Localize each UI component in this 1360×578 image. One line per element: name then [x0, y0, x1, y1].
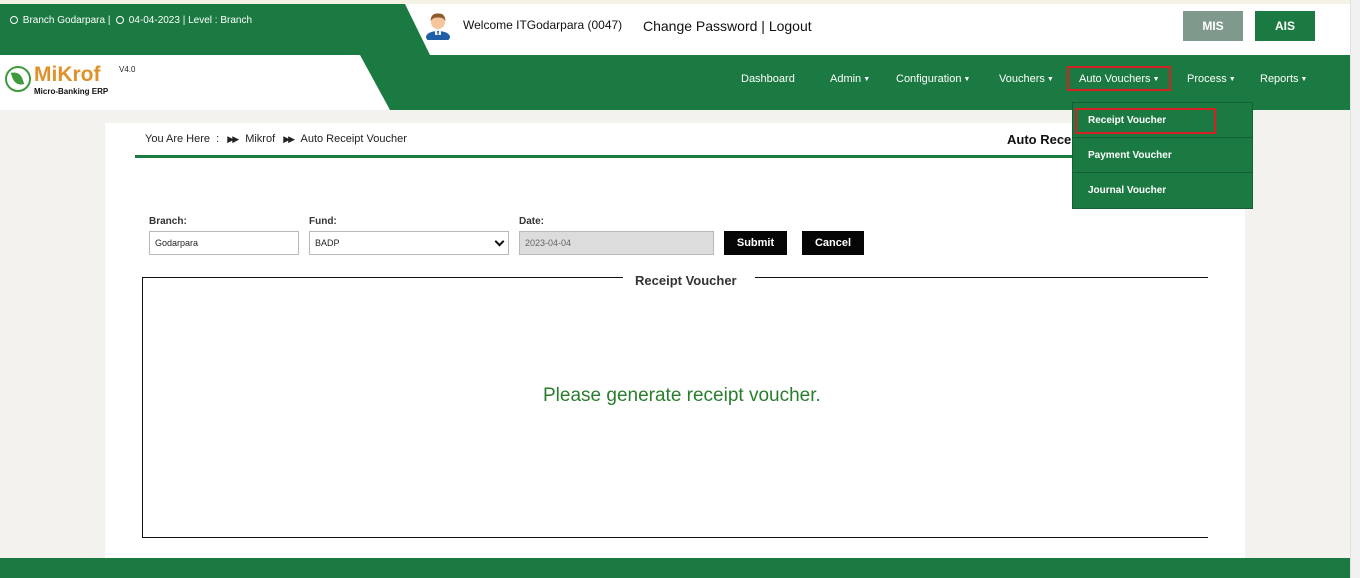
nav-dashboard-label: Dashboard [741, 73, 795, 85]
branch-info: Branch Godarpara | [22, 15, 111, 26]
fieldset-border-left [142, 277, 623, 278]
ais-button[interactable]: AIS [1255, 11, 1315, 41]
caret-down-icon: ▼ [863, 76, 871, 83]
link-separator: | [761, 18, 765, 34]
caret-down-icon: ▼ [1300, 76, 1308, 83]
nav-process[interactable]: Process ▼ [1187, 73, 1236, 85]
mis-button[interactable]: MIS [1183, 11, 1243, 41]
nav-admin-label: Admin [830, 73, 862, 85]
receipt-voucher-fieldset [142, 277, 1208, 538]
double-arrow-icon: ▶▶ [283, 134, 295, 144]
user-avatar-icon [426, 13, 450, 40]
menu-item-journal-voucher[interactable]: Journal Voucher [1073, 173, 1252, 208]
breadcrumb-underline [135, 155, 1205, 158]
chevron-down-icon [494, 236, 505, 247]
empty-state-message: Please generate receipt voucher. [543, 385, 821, 406]
nav-configuration-label: Configuration [896, 73, 962, 85]
fund-label: Fund: [309, 216, 337, 227]
leaf-logo-icon [5, 66, 31, 92]
cancel-button[interactable]: Cancel [802, 231, 864, 255]
submit-button[interactable]: Submit [724, 231, 787, 255]
auto-vouchers-highlight [1067, 66, 1171, 91]
fieldset-legend: Receipt Voucher [635, 273, 737, 288]
fund-selected-value: BADP [315, 238, 340, 248]
date-label: Date: [519, 216, 545, 227]
nav-reports[interactable]: Reports ▼ [1260, 73, 1307, 85]
double-arrow-icon: ▶▶ [227, 134, 239, 144]
clock-icon [116, 16, 124, 24]
date-field[interactable]: 2023-04-04 [519, 231, 714, 255]
session-info-bar [0, 4, 430, 55]
branch-field[interactable]: Godarpara [149, 231, 299, 255]
breadcrumb-current: Auto Receipt Voucher [300, 133, 407, 145]
breadcrumb-home-link[interactable]: Mikrof [245, 133, 275, 145]
caret-down-icon: ▼ [963, 76, 971, 83]
nav-dashboard[interactable]: Dashboard [741, 73, 795, 85]
nav-admin[interactable]: Admin ▼ [830, 73, 870, 85]
breadcrumb-prefix: You Are Here [145, 133, 211, 145]
nav-process-label: Process [1187, 73, 1227, 85]
welcome-text: Welcome ITGodarpara (0047) [463, 18, 623, 32]
logo-name: MiKrof [34, 63, 101, 86]
globe-icon [10, 16, 18, 24]
nav-reports-label: Reports [1260, 73, 1299, 85]
breadcrumb: You Are Here : ▶▶ Mikrof ▶▶ Auto Receipt… [145, 133, 407, 145]
nav-vouchers[interactable]: Vouchers ▼ [999, 73, 1054, 85]
caret-down-icon: ▼ [1228, 76, 1236, 83]
footer-bar [0, 558, 1350, 578]
scrollbar[interactable] [1350, 0, 1360, 578]
caret-down-icon: ▼ [1046, 76, 1054, 83]
nav-configuration[interactable]: Configuration ▼ [896, 73, 970, 85]
fund-select[interactable]: BADP [309, 231, 509, 255]
logo-subtitle: Micro-Banking ERP [34, 87, 109, 96]
menu-item-payment-voucher[interactable]: Payment Voucher [1073, 138, 1252, 173]
date-level-info: 04-04-2023 | Level : Branch [128, 15, 253, 26]
receipt-voucher-highlight [1075, 108, 1216, 134]
branch-label: Branch: [149, 216, 187, 227]
fieldset-border-right [755, 277, 1208, 278]
logout-link[interactable]: Logout [769, 18, 812, 34]
nav-vouchers-label: Vouchers [999, 73, 1045, 85]
change-password-link[interactable]: Change Password [643, 18, 757, 34]
breadcrumb-colon: : [216, 133, 220, 145]
account-links: Change Password | Logout [643, 18, 812, 34]
logo-version: V4.0 [119, 65, 136, 74]
session-info: Branch Godarpara | 04-04-2023 | Level : … [10, 15, 252, 26]
